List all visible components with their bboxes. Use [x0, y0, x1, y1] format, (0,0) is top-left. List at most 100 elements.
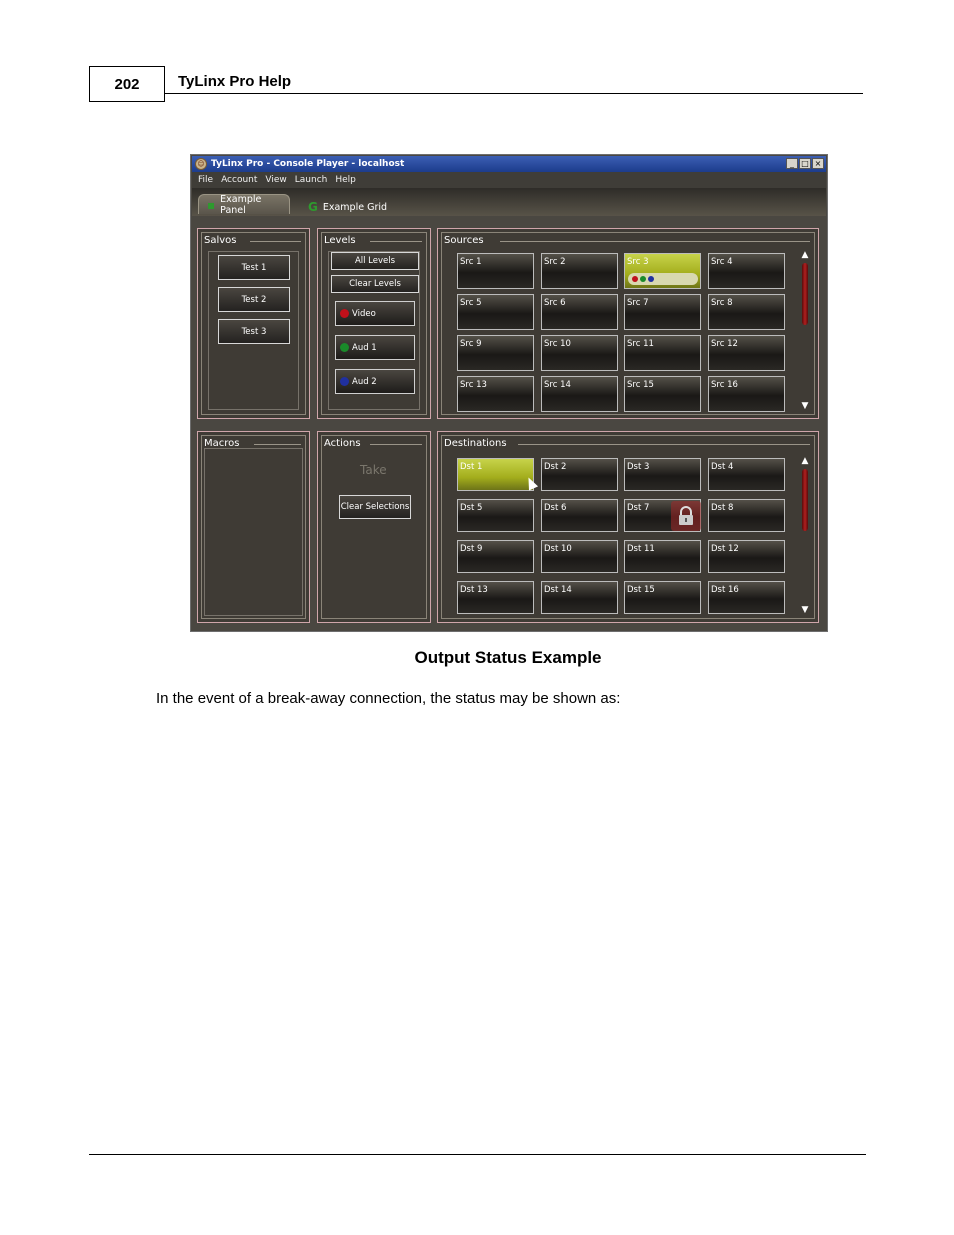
dst-label: Dst 7 — [627, 503, 650, 513]
dst-label: Dst 9 — [460, 544, 483, 554]
tab-example-grid[interactable]: G Example Grid — [300, 197, 395, 217]
src-button[interactable]: Src 8 — [708, 294, 785, 330]
dst-button[interactable]: Dst 2 — [541, 458, 618, 491]
src-label: Src 16 — [711, 380, 738, 390]
dst-button[interactable]: Dst 13 — [457, 581, 534, 614]
dst-button[interactable]: Dst 11 — [624, 540, 701, 573]
dst-button[interactable]: Dst 14 — [541, 581, 618, 614]
tab-label: Example Grid — [322, 201, 388, 213]
scroll-down-icon[interactable]: ▼ — [800, 606, 810, 615]
scroll-thumb[interactable] — [802, 263, 808, 325]
document-title: TyLinx Pro Help — [178, 73, 292, 90]
src-button[interactable]: Src 13 — [457, 376, 534, 412]
src-label: Src 12 — [711, 339, 738, 349]
sources-title: Sources — [444, 235, 484, 246]
actions-group: Actions Take Clear Selections — [317, 431, 431, 623]
menu-view[interactable]: View — [265, 175, 286, 185]
sources-scrollbar[interactable]: ▲ ▼ — [800, 251, 810, 411]
dst-label: Dst 2 — [544, 462, 567, 472]
src-button[interactable]: Src 12 — [708, 335, 785, 371]
src-label: Src 14 — [544, 380, 571, 390]
destinations-title: Destinations — [444, 438, 507, 449]
scroll-up-icon[interactable]: ▲ — [800, 251, 810, 260]
src-button[interactable]: Src 4 — [708, 253, 785, 289]
grid-g-icon: G — [308, 200, 318, 214]
scroll-down-icon[interactable]: ▼ — [800, 402, 810, 411]
src-button[interactable]: Src 10 — [541, 335, 618, 371]
all-levels-button[interactable]: All Levels — [331, 252, 419, 270]
src-button[interactable]: Src 14 — [541, 376, 618, 412]
window-titlebar[interactable]: ☺ TyLinx Pro - Console Player - localhos… — [192, 156, 826, 172]
dst-button[interactable]: Dst 9 — [457, 540, 534, 573]
src-button[interactable]: Src 7 — [624, 294, 701, 330]
menu-launch[interactable]: Launch — [295, 175, 328, 185]
menu-file[interactable]: File — [198, 175, 213, 185]
dst-button[interactable]: Dst 5 — [457, 499, 534, 532]
scroll-up-icon[interactable]: ▲ — [800, 457, 810, 466]
dst-button[interactable]: Dst 3 — [624, 458, 701, 491]
src-label: Src 9 — [460, 339, 482, 349]
dst-label: Dst 3 — [627, 462, 650, 472]
destinations-scrollbar[interactable]: ▲ ▼ — [800, 457, 810, 615]
take-button[interactable]: Take — [360, 463, 387, 477]
src-button[interactable]: Src 9 — [457, 335, 534, 371]
src-label: Src 2 — [544, 257, 566, 267]
src-label: Src 7 — [627, 298, 649, 308]
level-indicator-icon — [340, 343, 349, 352]
app-window: ☺ TyLinx Pro - Console Player - localhos… — [190, 154, 828, 632]
dst-label: Dst 5 — [460, 503, 483, 513]
maximize-button[interactable]: □ — [799, 158, 811, 169]
src-button[interactable]: Src 6 — [541, 294, 618, 330]
src-label: Src 11 — [627, 339, 654, 349]
menu-account[interactable]: Account — [221, 175, 257, 185]
footer-rule — [89, 1154, 866, 1155]
src-label: Src 10 — [544, 339, 571, 349]
dst-label: Dst 14 — [544, 585, 572, 595]
level-aud-2-button[interactable]: Aud 2 — [335, 369, 415, 394]
level-status-indicator — [628, 273, 698, 285]
menu-bar: File Account View Launch Help — [192, 172, 826, 188]
body-paragraph: In the event of a break-away connection,… — [156, 690, 621, 707]
dst-button[interactable]: Dst 15 — [624, 581, 701, 614]
src-button[interactable]: Src 2 — [541, 253, 618, 289]
dst-label: Dst 8 — [711, 503, 734, 513]
minimize-button[interactable]: _ — [786, 158, 798, 169]
level-indicator-icon — [340, 377, 349, 386]
close-button[interactable]: × — [812, 158, 824, 169]
clear-levels-button[interactable]: Clear Levels — [331, 275, 419, 293]
dst-button[interactable]: Dst 6 — [541, 499, 618, 532]
src-button[interactable]: Src 3 — [624, 253, 701, 289]
scroll-thumb[interactable] — [802, 469, 808, 531]
level-indicator-icon — [340, 309, 349, 318]
levels-group: Levels All Levels Clear Levels Video Aud… — [317, 228, 431, 419]
salvo-button-test-1[interactable]: Test 1 — [218, 255, 290, 280]
tab-example-panel[interactable]: ▪ Example Panel — [198, 194, 290, 216]
panel-icon: ▪ — [207, 197, 216, 212]
src-button[interactable]: Src 15 — [624, 376, 701, 412]
dst-button[interactable]: Dst 1 — [457, 458, 539, 491]
src-button[interactable]: Src 16 — [708, 376, 785, 412]
dst-button[interactable]: Dst 8 — [708, 499, 785, 532]
src-button[interactable]: Src 11 — [624, 335, 701, 371]
level-label: Aud 1 — [352, 342, 377, 353]
level-dot-icon — [648, 276, 654, 282]
dst-button[interactable]: Dst 4 — [708, 458, 785, 491]
src-button[interactable]: Src 5 — [457, 294, 534, 330]
app-logo-icon: ☺ — [195, 158, 207, 170]
dst-label: Dst 4 — [711, 462, 734, 472]
dst-label: Dst 10 — [544, 544, 572, 554]
tab-bar: ▪ Example Panel G Example Grid — [192, 188, 826, 216]
src-button[interactable]: Src 1 — [457, 253, 534, 289]
salvo-button-test-2[interactable]: Test 2 — [218, 287, 290, 312]
dst-button[interactable]: Dst 7 — [624, 499, 701, 532]
dst-button[interactable]: Dst 10 — [541, 540, 618, 573]
dst-button[interactable]: Dst 12 — [708, 540, 785, 573]
src-label: Src 5 — [460, 298, 482, 308]
dst-button[interactable]: Dst 16 — [708, 581, 785, 614]
salvo-button-test-3[interactable]: Test 3 — [218, 319, 290, 344]
menu-help[interactable]: Help — [335, 175, 356, 185]
level-aud-1-button[interactable]: Aud 1 — [335, 335, 415, 360]
src-label: Src 13 — [460, 380, 487, 390]
level-video-button[interactable]: Video — [335, 301, 415, 326]
clear-selections-button[interactable]: Clear Selections — [339, 495, 411, 519]
